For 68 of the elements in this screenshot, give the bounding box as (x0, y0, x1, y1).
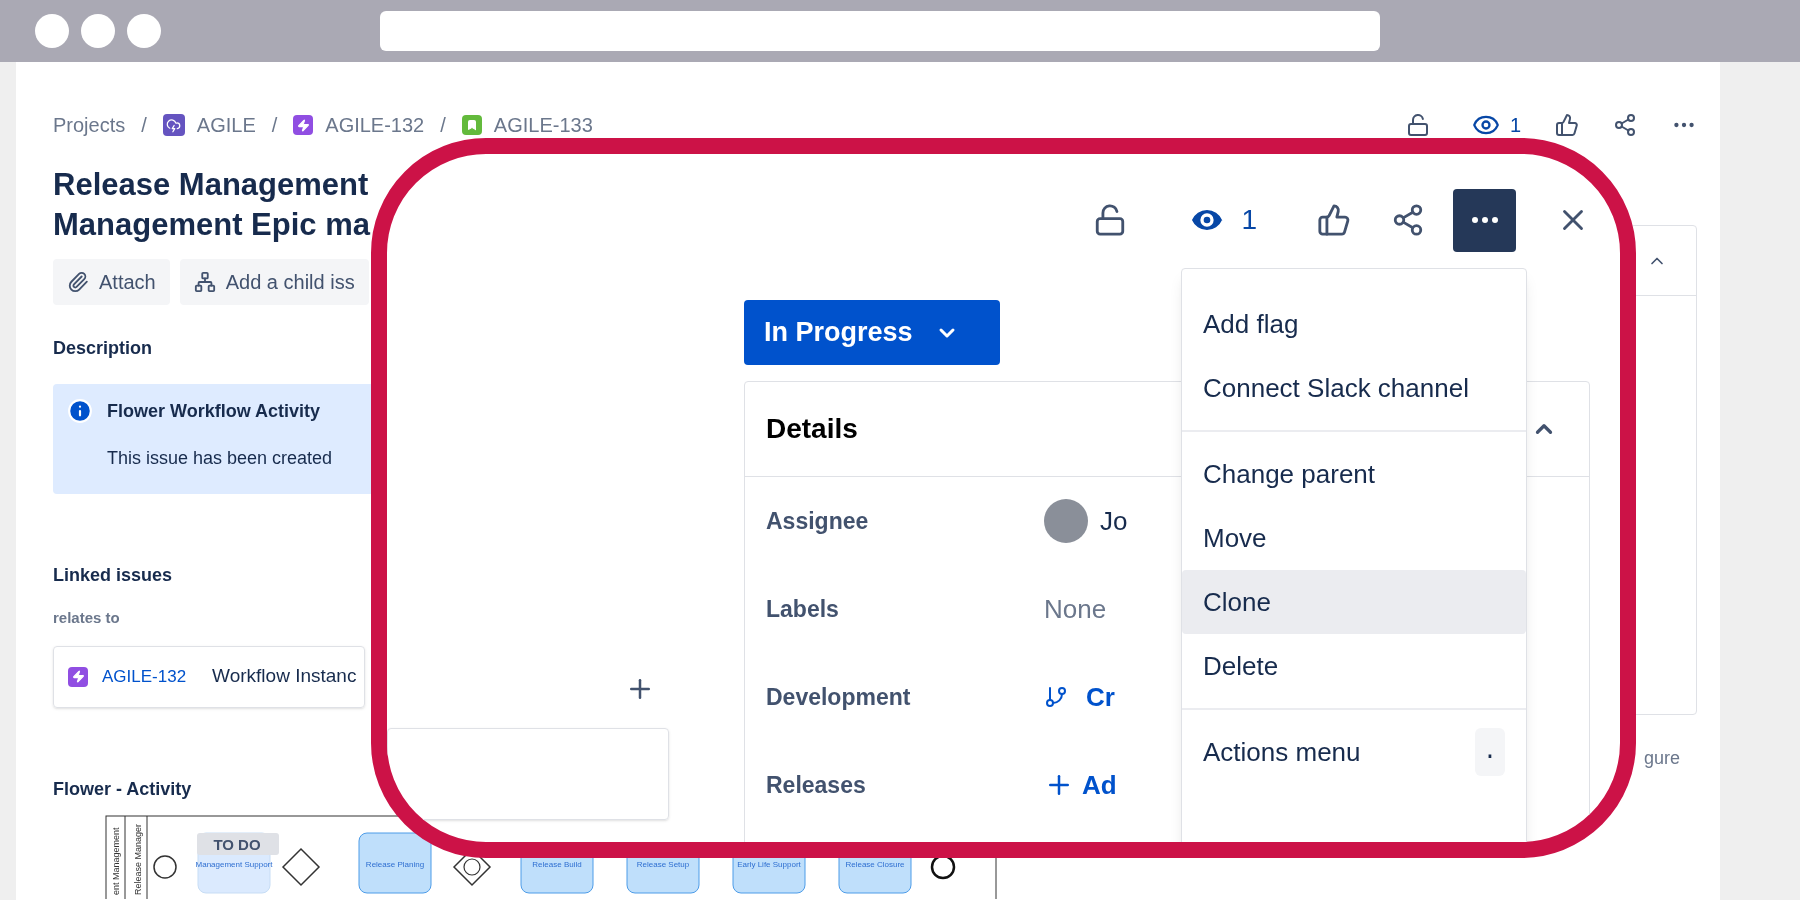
panel-title: Flower Workflow Activity (107, 400, 322, 423)
watcher-count: 1 (1241, 203, 1257, 237)
watcher-count: 1 (1509, 113, 1521, 138)
lane-label: Release Manager (133, 823, 143, 895)
relation-label: relates to (53, 608, 120, 628)
task-label: Release Setup (636, 859, 690, 869)
issue-summary: Workflow Instanc (212, 664, 357, 689)
action-button[interactable]: Attach (53, 259, 170, 305)
bookmark-icon (461, 115, 482, 135)
field-label: Labels (766, 594, 840, 624)
lock-icon[interactable] (1405, 113, 1430, 137)
info-icon (67, 398, 93, 424)
panel-text: This issue has been created (107, 447, 333, 470)
panel-heading: Details (766, 412, 858, 446)
menu-item[interactable]: Delete (1182, 634, 1526, 698)
lightning-icon (68, 666, 88, 687)
share-icon[interactable] (1391, 203, 1425, 237)
task-label: Release Build (532, 859, 582, 869)
assignee-name: Jo (1100, 504, 1128, 538)
breadcrumb-separator: / (141, 113, 147, 138)
paperclip-icon (67, 271, 89, 293)
section-heading: Flower - Activity (53, 777, 192, 801)
add-release-link[interactable]: Ad (1082, 765, 1117, 805)
task-label: Release Planing (365, 859, 425, 869)
share-icon[interactable] (1613, 113, 1637, 137)
labels-value: None (1044, 592, 1107, 626)
lane-label: ent Management (111, 826, 121, 895)
issue-key-link[interactable]: AGILE-132 (102, 663, 187, 690)
task-label: Management Support (195, 859, 273, 869)
menu-item[interactable]: Actions menu . (1182, 720, 1526, 784)
status-button[interactable]: In Progress (744, 300, 1000, 365)
thumbs-up-icon[interactable] (1317, 203, 1351, 237)
menu-item[interactable]: Move (1182, 506, 1526, 570)
breadcrumb-link[interactable]: AGILE-133 (493, 110, 593, 140)
field-label: Development (766, 682, 912, 712)
breadcrumb-link[interactable]: Projects (53, 110, 126, 140)
section-heading: Linked issues (53, 564, 173, 587)
menu-item[interactable]: Connect Slack channel (1182, 356, 1526, 420)
issue-title: Release Management (53, 166, 369, 204)
linked-issue-card[interactable]: AGILE-132 Workflow Instanc (53, 645, 365, 708)
avatar (1044, 499, 1088, 543)
configure-link[interactable]: gure (1644, 745, 1681, 772)
section-heading: Description (53, 337, 153, 360)
create-branch-link[interactable]: Cr (1086, 677, 1115, 717)
more-button[interactable] (1453, 188, 1516, 252)
issue-title: Management Epic ma (53, 206, 370, 244)
menu-item[interactable]: Change parent (1182, 442, 1526, 506)
hierarchy-icon (193, 271, 216, 293)
more-icon (1471, 217, 1498, 223)
branch-icon (1044, 685, 1068, 709)
task-label: Early Life Support (737, 859, 801, 869)
start-event-circle (153, 854, 177, 879)
project-icon (162, 114, 185, 136)
lightning-icon (293, 115, 314, 135)
gateway-diamond (281, 847, 321, 886)
field-label: Releases (766, 770, 867, 800)
breadcrumb-separator: / (271, 113, 278, 138)
status-badge: TO DO (197, 832, 279, 855)
shortcut-key: . (1475, 728, 1505, 776)
menu-item[interactable]: Add flag (1182, 292, 1526, 356)
task-label: Release Closure (845, 859, 905, 869)
breadcrumb-link[interactable]: AGILE (196, 110, 256, 140)
action-button[interactable]: Add a child iss (179, 259, 369, 305)
breadcrumb-separator: / (440, 113, 446, 138)
field-label: Assignee (766, 506, 870, 536)
thumbs-up-icon[interactable] (1555, 113, 1579, 137)
breadcrumb-link[interactable]: AGILE-132 (325, 110, 425, 140)
menu-item[interactable]: Clone (1182, 570, 1526, 634)
